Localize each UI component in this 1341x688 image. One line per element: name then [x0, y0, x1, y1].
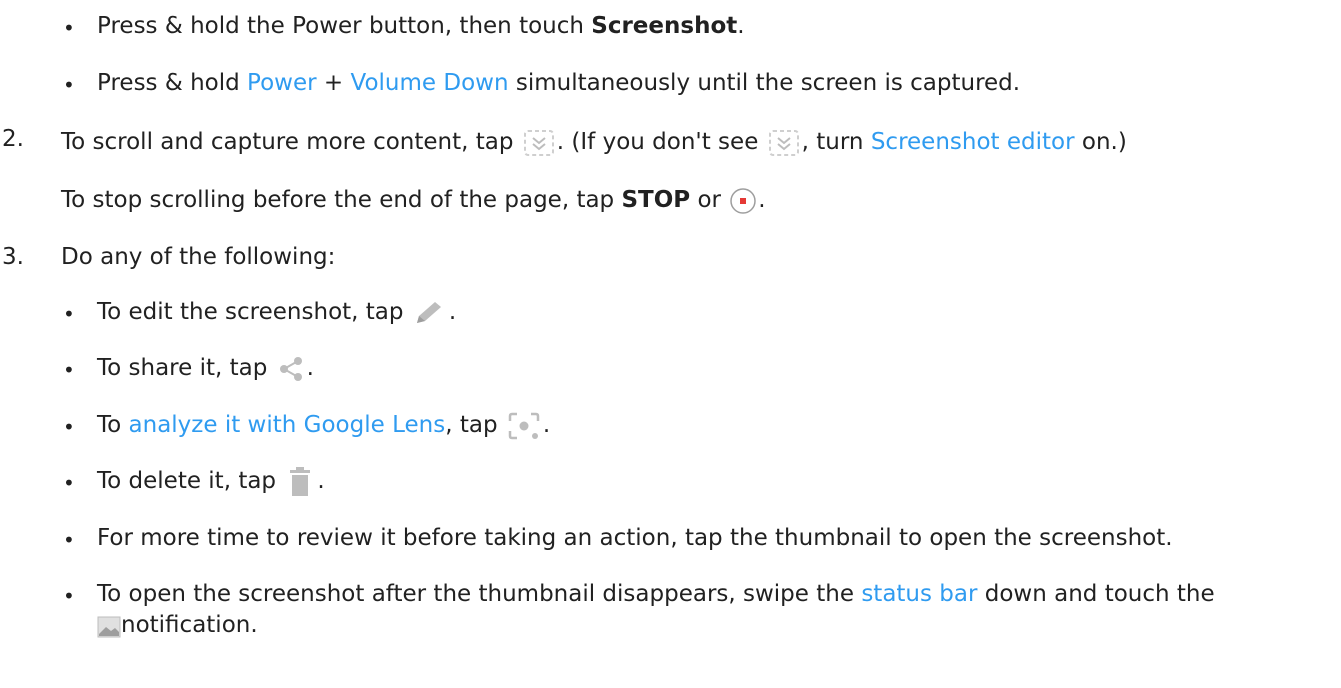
- bullet-marker: •: [63, 415, 75, 439]
- power-link[interactable]: Power: [247, 70, 317, 96]
- step3-intro: Do any of the following:: [61, 244, 336, 270]
- share-icon: [277, 356, 305, 382]
- bullet-marker: •: [63, 584, 75, 608]
- instruction-delete: To delete it, tap .: [97, 465, 325, 497]
- google-lens-icon: [507, 411, 541, 441]
- status-bar-link[interactable]: status bar: [861, 581, 977, 607]
- instruction-open-screenshot-continued: notification.: [97, 609, 258, 641]
- instruction-power-menu: Press & hold the Power button, then touc…: [97, 13, 745, 39]
- instruction-stop-scrolling: To stop scrolling before the end of the …: [61, 187, 766, 215]
- instruction-lens: To analyze it with Google Lens, tap .: [97, 409, 550, 441]
- instruction-open-screenshot: To open the screenshot after the thumbna…: [97, 581, 1215, 607]
- trash-icon: [287, 466, 313, 497]
- bullet-marker: •: [63, 302, 75, 326]
- bullet-marker: •: [63, 358, 75, 382]
- image-notification-icon: [97, 615, 121, 637]
- instruction-review: For more time to review it before taking…: [97, 525, 1173, 551]
- step-number-3: 3.: [2, 244, 24, 270]
- bullet-marker: •: [63, 528, 75, 552]
- bullet-marker: •: [63, 73, 75, 97]
- instruction-share: To share it, tap .: [97, 355, 314, 382]
- screenshot-editor-link[interactable]: Screenshot editor: [871, 129, 1075, 155]
- stop-record-icon: [729, 187, 757, 215]
- instruction-hardware-buttons: Press & hold Power + Volume Down simulta…: [97, 70, 1021, 96]
- pencil-icon: [413, 300, 447, 326]
- volume-down-link[interactable]: Volume Down: [351, 70, 509, 96]
- instruction-scroll-capture: To scroll and capture more content, tap …: [61, 126, 1127, 158]
- screenshot-label: Screenshot: [591, 13, 738, 39]
- scroll-capture-icon: [768, 128, 800, 158]
- instruction-edit: To edit the screenshot, tap .: [97, 299, 457, 326]
- step-number-2: 2.: [2, 126, 24, 152]
- stop-label: STOP: [621, 187, 691, 213]
- scroll-capture-icon: [523, 128, 555, 158]
- bullet-marker: •: [63, 16, 75, 40]
- bullet-marker: •: [63, 471, 75, 495]
- google-lens-link[interactable]: analyze it with Google Lens: [129, 412, 446, 438]
